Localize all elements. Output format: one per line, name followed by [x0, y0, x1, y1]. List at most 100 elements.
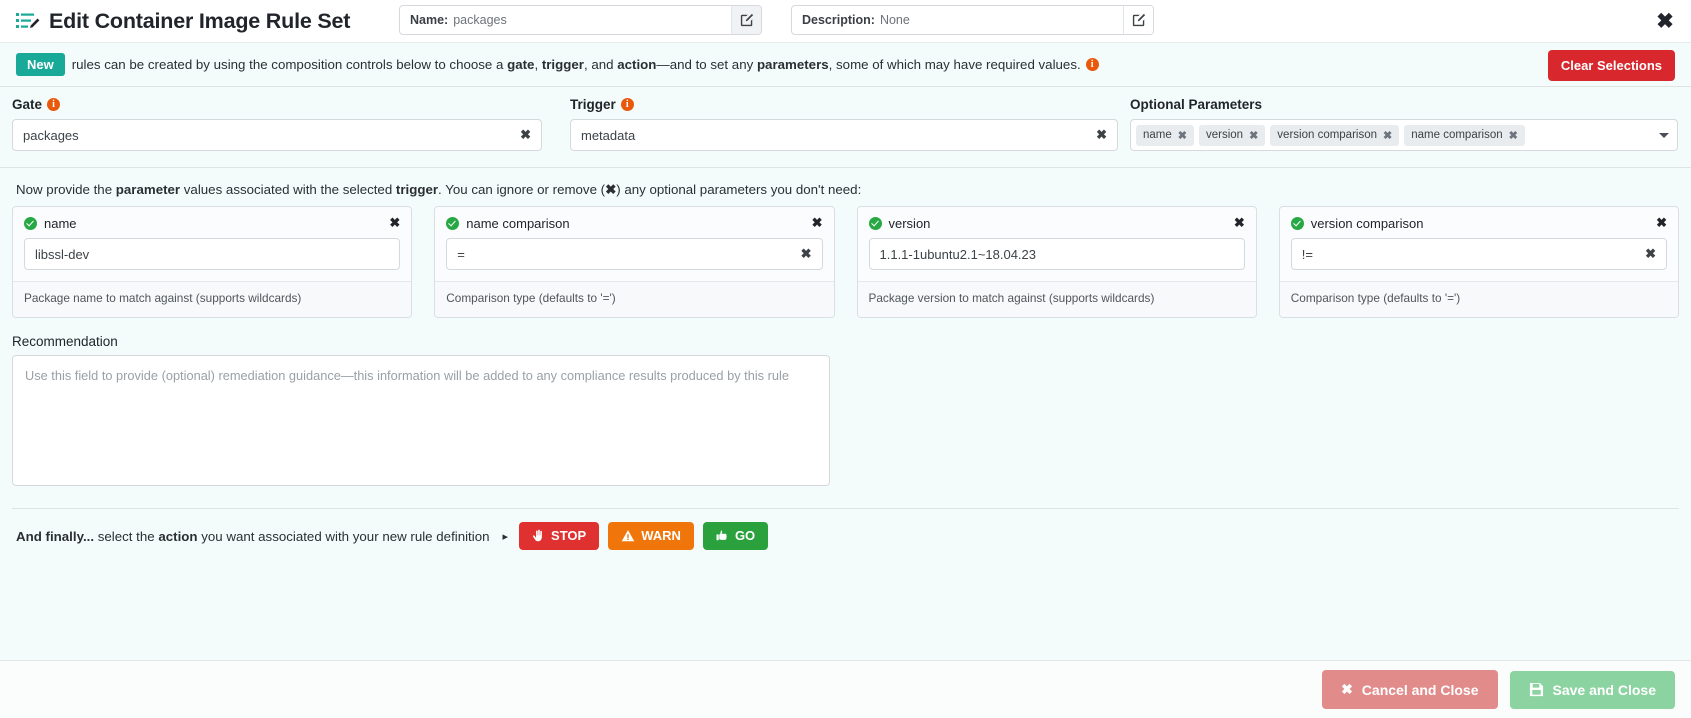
gate-label: Gate — [12, 97, 42, 112]
card-header: version comparison ✖ — [1280, 207, 1678, 238]
parameter-input-name-comparison[interactable]: = ✖ — [446, 238, 822, 270]
clear-icon[interactable]: ✖ — [1096, 127, 1107, 143]
clear-icon[interactable]: ✖ — [1645, 246, 1656, 262]
card-title: version — [889, 216, 1234, 231]
remove-parameter-icon[interactable]: ✖ — [1234, 215, 1245, 231]
card-title: name — [44, 216, 389, 231]
card-body: libssl-dev — [13, 238, 411, 281]
action-instruction: And finally... select the action you wan… — [16, 529, 490, 544]
remove-parameter-icon[interactable]: ✖ — [1656, 215, 1667, 231]
instr-p1: Now provide the — [16, 182, 116, 197]
floppy-disk-icon — [1529, 682, 1544, 697]
gate-column: Gate i packages ✖ — [12, 97, 542, 151]
tag-chip[interactable]: version ✖ — [1199, 125, 1265, 146]
tag-remove-icon[interactable]: ✖ — [1383, 129, 1392, 142]
parameter-input-name[interactable]: libssl-dev — [24, 238, 400, 270]
instr-p3: . You can ignore or remove ( — [438, 182, 605, 197]
check-circle-icon — [1291, 217, 1304, 230]
trigger-select[interactable]: metadata ✖ — [570, 119, 1118, 151]
pencil-square-icon — [1132, 13, 1146, 27]
action-b1: And finally... — [16, 529, 94, 544]
edit-name-button[interactable] — [731, 6, 761, 34]
action-word: action — [158, 529, 197, 544]
instr-parameter-word: parameter — [116, 182, 180, 197]
tag-remove-icon[interactable]: ✖ — [1509, 129, 1518, 142]
card-description: Package version to match against (suppor… — [858, 281, 1256, 317]
clear-icon[interactable]: ✖ — [801, 246, 812, 262]
action-warn-button[interactable]: WARN — [608, 522, 694, 550]
save-and-close-button[interactable]: Save and Close — [1510, 671, 1676, 709]
page-header: Edit Container Image Rule Set Name: pack… — [0, 0, 1691, 42]
trigger-value: metadata — [581, 128, 1096, 143]
intro-action-word: action — [617, 57, 656, 72]
parameter-input-version[interactable]: 1.1.1-1ubuntu2.1~18.04.23 — [869, 238, 1245, 270]
save-and-close-label: Save and Close — [1553, 682, 1657, 698]
thumbs-up-icon — [716, 529, 729, 543]
remove-parameter-icon[interactable]: ✖ — [812, 215, 823, 231]
gate-value: packages — [23, 128, 520, 143]
tag-chip[interactable]: version comparison ✖ — [1270, 125, 1399, 146]
action-stop-label: STOP — [551, 529, 586, 543]
card-description: Comparison type (defaults to '=') — [1280, 281, 1678, 317]
parameter-value: libssl-dev — [35, 247, 389, 262]
action-stop-button[interactable]: STOP — [519, 522, 599, 550]
action-go-button[interactable]: GO — [703, 522, 768, 550]
card-description: Comparison type (defaults to '=') — [435, 281, 833, 317]
parameter-instruction: Now provide the parameter values associa… — [0, 168, 1691, 206]
gate-label-group: Gate i — [12, 97, 542, 112]
parameter-card-name: name ✖ libssl-dev Package name to match … — [12, 206, 412, 318]
intro-gate-word: gate — [507, 57, 534, 72]
action-p2: you want associated with your new rule d… — [198, 529, 490, 544]
intro-text-part2: —and to set any — [656, 57, 757, 72]
clear-selections-button[interactable]: Clear Selections — [1548, 50, 1675, 81]
card-header: version ✖ — [858, 207, 1256, 238]
intro-text-part3: , some of which may have required values… — [829, 57, 1081, 72]
parameter-value: = — [457, 247, 800, 262]
clear-icon[interactable]: ✖ — [520, 127, 531, 143]
optional-parameters-label: Optional Parameters — [1130, 97, 1678, 112]
card-description: Package name to match against (supports … — [13, 281, 411, 317]
rule-set-name-field[interactable]: Name: packages — [399, 5, 762, 35]
parameter-value: != — [1302, 247, 1645, 262]
card-title: version comparison — [1311, 216, 1656, 231]
info-icon[interactable]: i — [47, 98, 60, 111]
card-body: 1.1.1-1ubuntu2.1~18.04.23 — [858, 238, 1256, 281]
title-group: Edit Container Image Rule Set — [16, 9, 436, 34]
tag-chip[interactable]: name comparison ✖ — [1404, 125, 1525, 146]
tag-chip[interactable]: name ✖ — [1136, 125, 1194, 146]
intro-sep1: , — [534, 57, 541, 72]
intro-trigger-word: trigger — [542, 57, 584, 72]
card-title: name comparison — [466, 216, 811, 231]
pencil-square-icon — [740, 13, 754, 27]
parameter-cards: name ✖ libssl-dev Package name to match … — [0, 206, 1691, 318]
trigger-label-group: Trigger i — [570, 97, 1118, 112]
instr-p2: values associated with the selected — [180, 182, 396, 197]
chevron-down-icon[interactable] — [1659, 133, 1669, 138]
footer-bar: ✖ Cancel and Close Save and Close — [0, 660, 1691, 718]
tag-label: version — [1206, 129, 1243, 141]
tag-remove-icon[interactable]: ✖ — [1249, 129, 1258, 142]
intro-parameters-word: parameters — [757, 57, 829, 72]
info-icon[interactable]: i — [1086, 58, 1099, 71]
rule-set-description-label: Description: — [802, 13, 875, 27]
info-icon[interactable]: i — [621, 98, 634, 111]
intro-sep2: , and — [584, 57, 617, 72]
close-icon[interactable]: ✖ — [1653, 9, 1677, 33]
cancel-and-close-button[interactable]: ✖ Cancel and Close — [1322, 670, 1497, 709]
tag-label: name — [1143, 129, 1172, 141]
intro-text: rules can be created by using the compos… — [72, 57, 1081, 72]
edit-rule-set-page: Edit Container Image Rule Set Name: pack… — [0, 0, 1691, 718]
instr-x-glyph: ✖ — [605, 182, 616, 197]
recommendation-input[interactable] — [12, 355, 830, 486]
parameter-card-version-comparison: version comparison ✖ != ✖ Comparison typ… — [1279, 206, 1679, 318]
gate-select[interactable]: packages ✖ — [12, 119, 542, 151]
parameter-value: 1.1.1-1ubuntu2.1~18.04.23 — [880, 247, 1234, 262]
parameter-input-version-comparison[interactable]: != ✖ — [1291, 238, 1667, 270]
optional-parameters-select[interactable]: name ✖ version ✖ version comparison ✖ na… — [1130, 119, 1678, 151]
rule-set-description-field[interactable]: Description: None — [791, 5, 1154, 35]
remove-parameter-icon[interactable]: ✖ — [389, 215, 400, 231]
recommendation-section: Recommendation — [0, 318, 1691, 491]
arrow-right-icon: ▸ — [503, 530, 509, 543]
tag-remove-icon[interactable]: ✖ — [1178, 129, 1187, 142]
edit-description-button[interactable] — [1123, 6, 1153, 34]
